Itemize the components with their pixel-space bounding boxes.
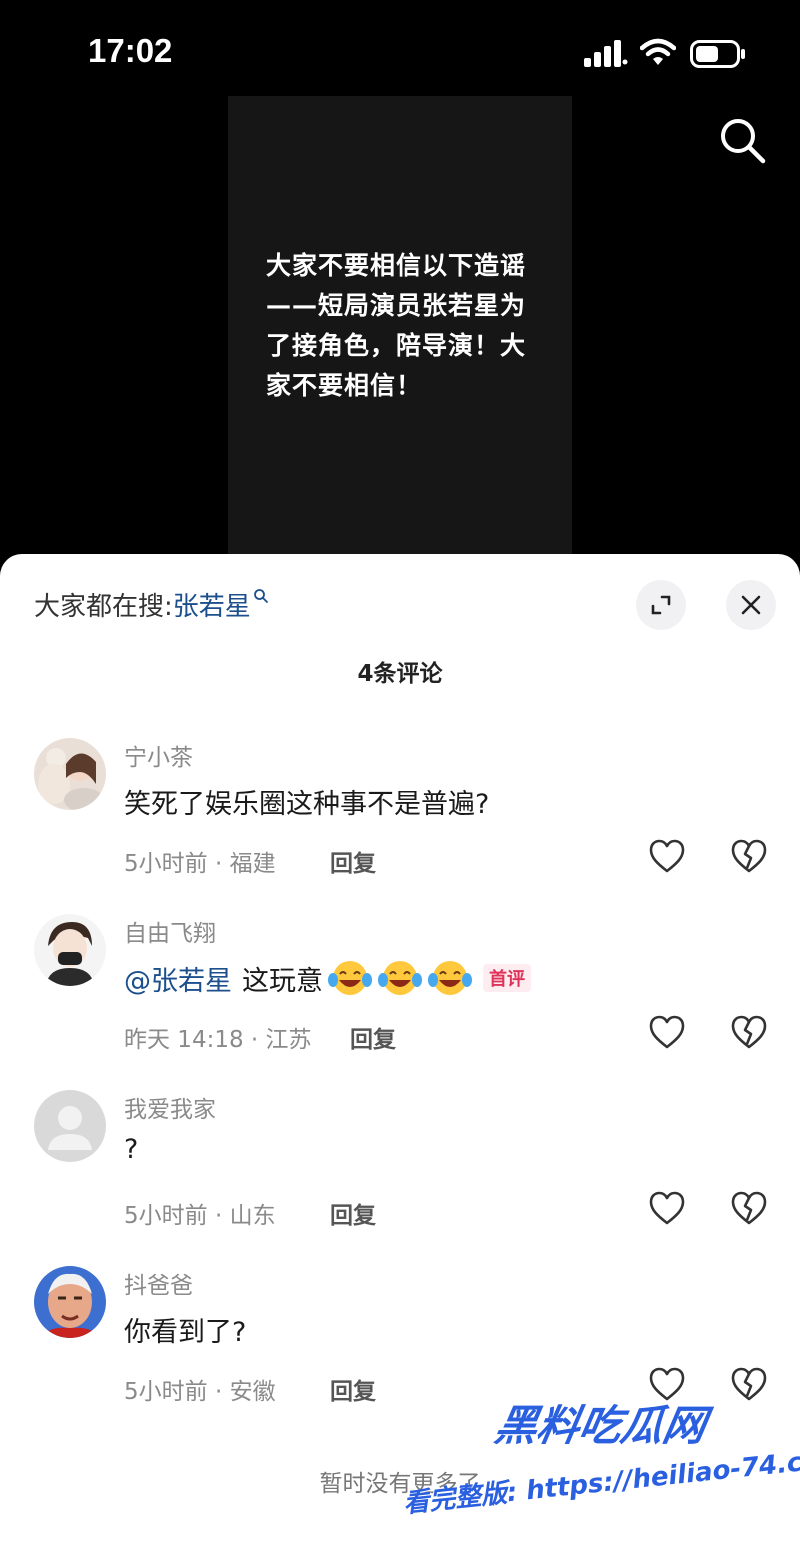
avatar[interactable]: [34, 1266, 106, 1338]
close-icon: [741, 595, 761, 615]
comment-meta: 5小时前 · 山东: [124, 1203, 276, 1229]
close-button[interactable]: [726, 580, 776, 630]
comment-item: 我爱我家 ? 5小时前 · 山东 回复: [0, 1090, 800, 1260]
heart-icon[interactable]: [648, 1366, 686, 1402]
comment-item: 抖爸爸 你看到了? 5小时前 · 安徽 回复: [0, 1266, 800, 1436]
broken-heart-icon[interactable]: [730, 838, 768, 874]
avatar[interactable]: [34, 914, 106, 986]
reply-button[interactable]: 回复: [330, 1196, 376, 1230]
laugh-cry-emoji-icon: [328, 961, 372, 995]
reply-button[interactable]: 回复: [350, 1020, 396, 1054]
wifi-icon: [640, 38, 676, 65]
reply-button[interactable]: 回复: [330, 1372, 376, 1406]
avatar[interactable]: [34, 1090, 106, 1162]
laugh-cry-emoji-icon: [428, 961, 472, 995]
comment-item: 自由飞翔 @张若星 这玩意 首评 昨天 14:18 · 江苏 回复: [0, 914, 800, 1084]
comment-meta: 5小时前 · 福建: [124, 851, 276, 877]
status-bar: 17:02: [0, 0, 800, 100]
comment-username[interactable]: 抖爸爸: [124, 1266, 193, 1300]
comment-meta: 昨天 14:18 · 江苏: [124, 1027, 312, 1053]
comment-text-body: 笑死了娱乐圈这种事不是普遍?: [124, 789, 490, 820]
hot-search-prefix: 大家都在搜:: [34, 592, 173, 622]
hot-search-keyword[interactable]: 张若星: [173, 592, 251, 622]
comment-text: 笑死了娱乐圈这种事不是普遍?: [124, 782, 489, 821]
heart-icon[interactable]: [648, 1014, 686, 1050]
comment-text: @张若星 这玩意 首评: [124, 958, 531, 998]
video-player[interactable]: 大家不要相信以下造谣——短局演员张若星为了接角色，陪导演！大家不要相信！: [228, 96, 572, 556]
comment-username[interactable]: 我爱我家: [124, 1090, 216, 1124]
laugh-cry-emoji-icon: [378, 961, 422, 995]
comment-meta: 5小时前 · 安徽: [124, 1379, 276, 1405]
broken-heart-icon[interactable]: [730, 1190, 768, 1226]
reply-button[interactable]: 回复: [330, 844, 376, 878]
mini-search-icon: [253, 589, 268, 603]
broken-heart-icon[interactable]: [730, 1014, 768, 1050]
first-comment-badge: 首评: [483, 964, 531, 992]
comment-username[interactable]: 宁小茶: [124, 738, 193, 772]
mention-link[interactable]: @张若星: [124, 959, 232, 998]
hot-search[interactable]: 大家都在搜:张若星: [34, 586, 269, 623]
comment-count: 4条评论: [357, 661, 443, 687]
heart-icon[interactable]: [648, 838, 686, 874]
comment-item: 宁小茶 笑死了娱乐圈这种事不是普遍? 5小时前 · 福建 回复: [0, 738, 800, 908]
comment-sheet: 大家都在搜:张若星 4条评论 宁小茶 笑死了娱乐圈这种事不是普遍? 5小时前 ·…: [0, 554, 800, 1559]
expand-icon: [651, 595, 671, 615]
comment-text-body: 你看到了?: [124, 1317, 247, 1348]
comment-text: ?: [124, 1134, 138, 1165]
video-caption: 大家不要相信以下造谣——短局演员张若星为了接角色，陪导演！大家不要相信！: [266, 251, 527, 400]
expand-button[interactable]: [636, 580, 686, 630]
comment-text-body: ?: [124, 1134, 139, 1165]
status-time: 17:02: [88, 32, 173, 69]
battery-icon: [690, 40, 745, 68]
avatar[interactable]: [34, 738, 106, 810]
cellular-signal-icon: [584, 40, 628, 67]
comment-username[interactable]: 自由飞翔: [124, 914, 216, 948]
broken-heart-icon[interactable]: [730, 1366, 768, 1402]
search-icon[interactable]: [718, 116, 766, 164]
no-more-text: 暂时没有更多了: [319, 1471, 481, 1497]
comment-text: 你看到了?: [124, 1310, 246, 1349]
comment-text-body: 这玩意: [242, 965, 323, 997]
heart-icon[interactable]: [648, 1190, 686, 1226]
